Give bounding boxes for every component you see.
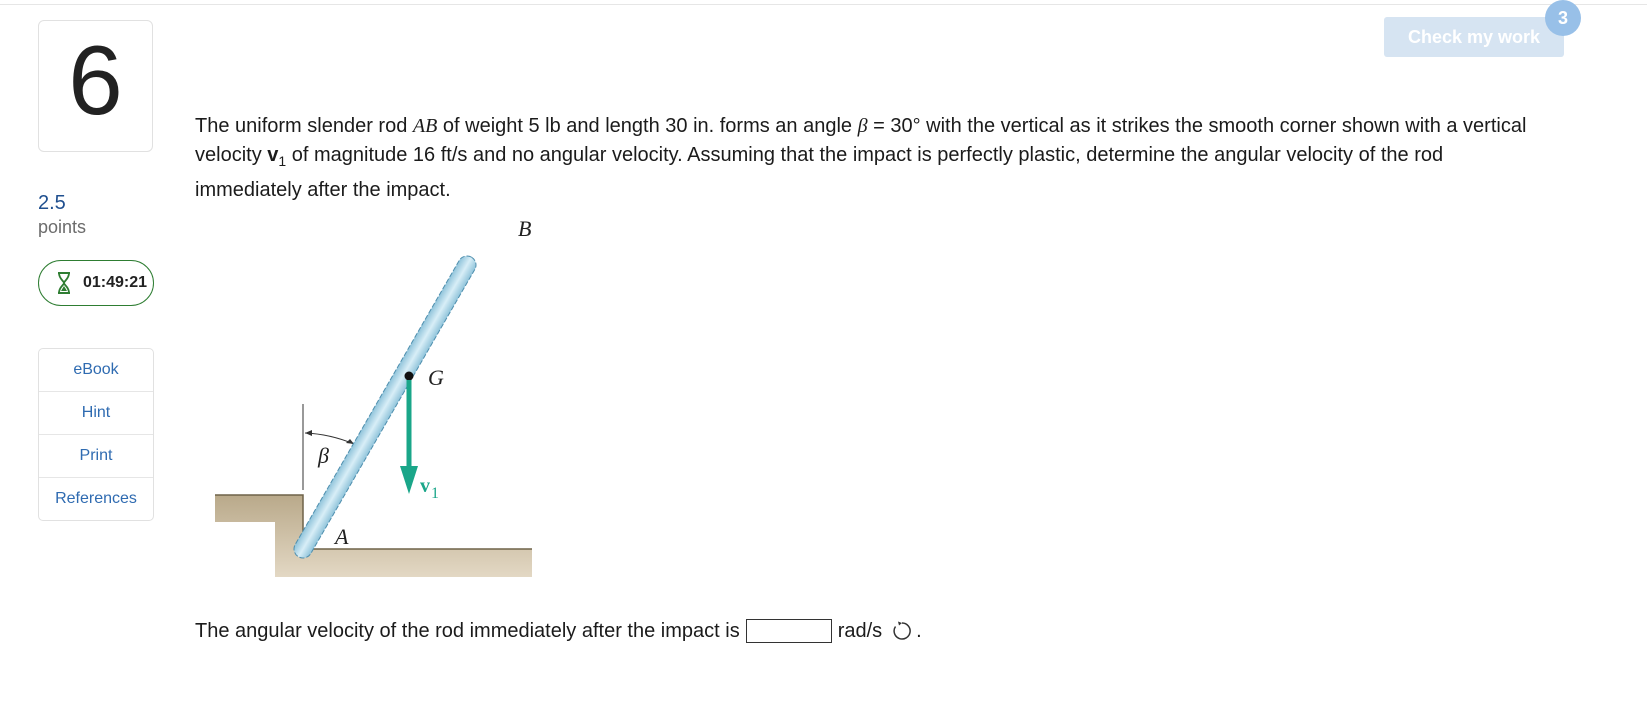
ground-step — [215, 495, 532, 577]
answer-period: . — [916, 619, 922, 642]
points-value: 2.5 — [38, 192, 66, 214]
problem-text-4: of magnitude 16 ft/s and no angular velo… — [195, 144, 1444, 201]
counterclockwise-rotation-icon — [892, 621, 912, 641]
rod-ab — [293, 255, 477, 559]
answer-prompt: The angular velocity of the rod immediat… — [195, 619, 740, 642]
velocity-symbol: v — [267, 144, 279, 166]
label-b: B — [518, 216, 531, 241]
ebook-link[interactable]: eBook — [39, 349, 153, 392]
points-label: points — [38, 217, 87, 237]
hint-link[interactable]: Hint — [39, 392, 153, 435]
timer-text: 01:49:21 — [83, 274, 148, 291]
tools-menu: eBook Hint Print References — [38, 348, 154, 521]
question-number-card: 6 — [38, 20, 153, 152]
rod-name: AB — [412, 115, 438, 137]
rod-figure: B G β v 1 A — [212, 208, 542, 588]
problem-text-1: The uniform slender rod — [195, 115, 413, 137]
label-v: v — [420, 475, 430, 497]
check-count-badge: 3 — [1545, 0, 1581, 36]
label-g: G — [428, 365, 444, 390]
references-link[interactable]: References — [39, 478, 153, 520]
label-beta: β — [317, 443, 329, 468]
problem-statement: The uniform slender rod AB of weight 5 l… — [195, 112, 1535, 205]
timer-badge: 01:49:21 — [38, 260, 154, 306]
answer-row: The angular velocity of the rod immediat… — [195, 619, 922, 643]
velocity-subscript: 1 — [278, 153, 287, 169]
problem-text-2: of weight 5 lb and length 30 in. forms a… — [437, 115, 858, 137]
answer-unit: rad/s — [837, 619, 883, 642]
hourglass-icon — [54, 271, 74, 295]
top-divider — [0, 4, 1647, 5]
print-link[interactable]: Print — [39, 435, 153, 478]
beta-symbol: β — [857, 115, 868, 137]
label-v-sub: 1 — [431, 485, 439, 502]
label-a: A — [333, 524, 349, 549]
question-number: 6 — [68, 25, 123, 135]
check-my-work-button[interactable]: Check my work — [1384, 17, 1564, 57]
center-of-gravity-dot — [404, 371, 414, 381]
angular-velocity-input[interactable] — [745, 619, 832, 643]
